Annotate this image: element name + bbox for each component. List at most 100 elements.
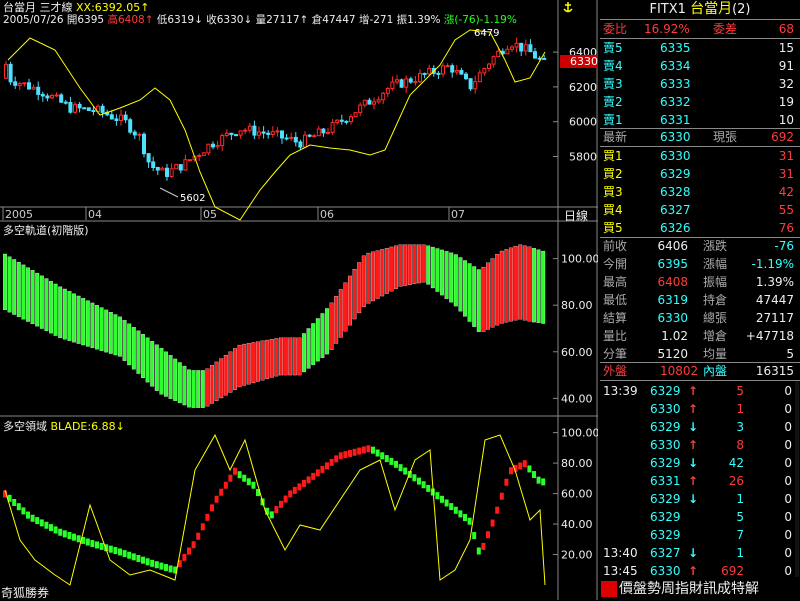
zone-dot [246, 478, 251, 486]
zone-dot [90, 540, 95, 548]
channel-bar [104, 309, 109, 353]
bid-row[interactable]: 買3 6328 42 [600, 183, 800, 201]
zone-dot [30, 514, 35, 522]
channel-bar [3, 253, 7, 311]
candle-body [298, 141, 303, 148]
tick-scrollbar[interactable] [795, 381, 799, 577]
stat-value-2: 47447 [755, 293, 794, 307]
candle-body [270, 131, 275, 135]
channel-bar [145, 337, 150, 383]
bid-row-label: 買5 [603, 221, 623, 235]
anchor-icon[interactable] [563, 2, 573, 13]
quote-name: 台當月 [690, 1, 733, 17]
low-y-tick-label: 80.00 [561, 457, 593, 470]
tick-row[interactable]: 6329 ↓ 3 0 [600, 418, 800, 436]
tick-row[interactable]: 13:39 6329 ↑ 5 0 [600, 382, 800, 400]
channel-bar [256, 341, 260, 382]
last-label: 最新 [603, 130, 628, 144]
zone-dot [394, 460, 398, 468]
tick-row[interactable]: 6331 ↑ 26 0 [600, 472, 800, 490]
candle-body [390, 81, 395, 90]
candle-body [40, 93, 45, 97]
bid-row[interactable]: 買4 6327 55 [600, 201, 800, 219]
ask-row[interactable]: 賣5 6335 15 [600, 39, 800, 57]
ask-row[interactable]: 賣2 6332 19 [600, 93, 800, 111]
channel-bar [131, 327, 136, 370]
x-axis-label: 04 [88, 208, 102, 221]
ask-row[interactable]: 賣4 6334 91 [600, 57, 800, 75]
stat-value-2: 27117 [755, 311, 794, 325]
ask-row[interactable]: 賣1 6331 10 [600, 111, 800, 129]
candle-body [404, 78, 409, 88]
tick-volume: 3 [736, 420, 744, 434]
channel-bar [76, 295, 81, 344]
candle-body [289, 136, 294, 139]
footer-banner[interactable]: 價盤勢周指財訊成特解 [601, 580, 799, 599]
channel-bar [279, 337, 283, 376]
bid-row[interactable]: 買5 6326 76 [600, 219, 800, 237]
tick-volume: 5 [736, 510, 744, 524]
channel-bar [394, 245, 398, 289]
tick-row[interactable]: 6329 7 0 [600, 526, 800, 544]
stat-value-2: +47718 [745, 329, 794, 343]
ask-row[interactable]: 賣3 6333 32 [600, 75, 800, 93]
channel-bar [95, 305, 99, 350]
low-y-tick-label: 20.00 [561, 549, 593, 562]
candle-body [523, 44, 528, 52]
channel-bar [352, 269, 357, 320]
bid-row[interactable]: 買2 6329 31 [600, 165, 800, 183]
tick-row[interactable]: 6330 ↑ 1 0 [600, 400, 800, 418]
channel-bar [246, 343, 251, 385]
candle-body [519, 42, 524, 52]
stat-value: 5120 [657, 347, 688, 361]
candle-body [211, 143, 215, 148]
tick-price: 6330 [650, 438, 681, 452]
zone-dot [311, 472, 316, 480]
bid-row[interactable]: 買1 6330 31 [600, 147, 800, 165]
zone-dot [99, 542, 104, 550]
tick-arrow-icon: ↑ [688, 402, 699, 416]
zone-dot [76, 535, 81, 543]
tick-row[interactable]: 6329 5 0 [600, 508, 800, 526]
tick-row[interactable]: 6330 ↑ 8 0 [600, 436, 800, 454]
zone-dot [113, 547, 118, 555]
tick-row[interactable]: 6329 ↓ 1 0 [600, 490, 800, 508]
zone-dot [421, 481, 426, 489]
low-y-tick-label: 60.00 [561, 488, 593, 501]
candle-body [367, 99, 372, 105]
channel-bar [375, 250, 380, 299]
zone-dot [343, 451, 348, 459]
chart-area[interactable]: 台當月 三才線 XX:6392.05↑ 2005/07/26 開6395 高64… [0, 0, 598, 600]
candle-body [59, 94, 64, 103]
zone-dot [53, 526, 58, 534]
channel-bar [288, 337, 293, 376]
channel-bar [513, 246, 518, 321]
tick-row[interactable]: 13:40 6327 ↓ 1 0 [600, 544, 800, 562]
low-y-tick-label: 40.00 [561, 518, 593, 531]
channel-bar [228, 351, 233, 393]
stat-value: 6395 [657, 257, 688, 271]
zone-dot [205, 513, 210, 521]
zone-dot [532, 471, 536, 479]
candle-body [119, 114, 123, 122]
tick-row[interactable]: 6329 ↓ 42 0 [600, 454, 800, 472]
mid-y-tick-label: 80.00 [561, 299, 593, 312]
low-pane-title-text: 多空領域 [3, 420, 47, 433]
low-pointer [159, 187, 179, 198]
candle-body [114, 118, 119, 122]
tick-price: 6329 [650, 492, 681, 506]
zone-dot [233, 467, 237, 475]
charts-svg[interactable]: 64006200600058002005 04 05 06 07647956026330… [0, 0, 598, 600]
candle-body [109, 114, 114, 120]
zone-dot [182, 553, 187, 561]
stat-value: 1.02 [661, 329, 688, 343]
ask-row-price: 6335 [660, 41, 691, 55]
channel-bar [476, 269, 481, 332]
zone-dot [108, 545, 113, 553]
tick-price: 6329 [650, 528, 681, 542]
tick-volume: 1 [736, 492, 744, 506]
zone-dot [39, 519, 44, 527]
channel-bar [67, 291, 72, 341]
stat-row: 結算 6330 總張 27117 [600, 309, 800, 327]
channel-bar [233, 348, 237, 390]
